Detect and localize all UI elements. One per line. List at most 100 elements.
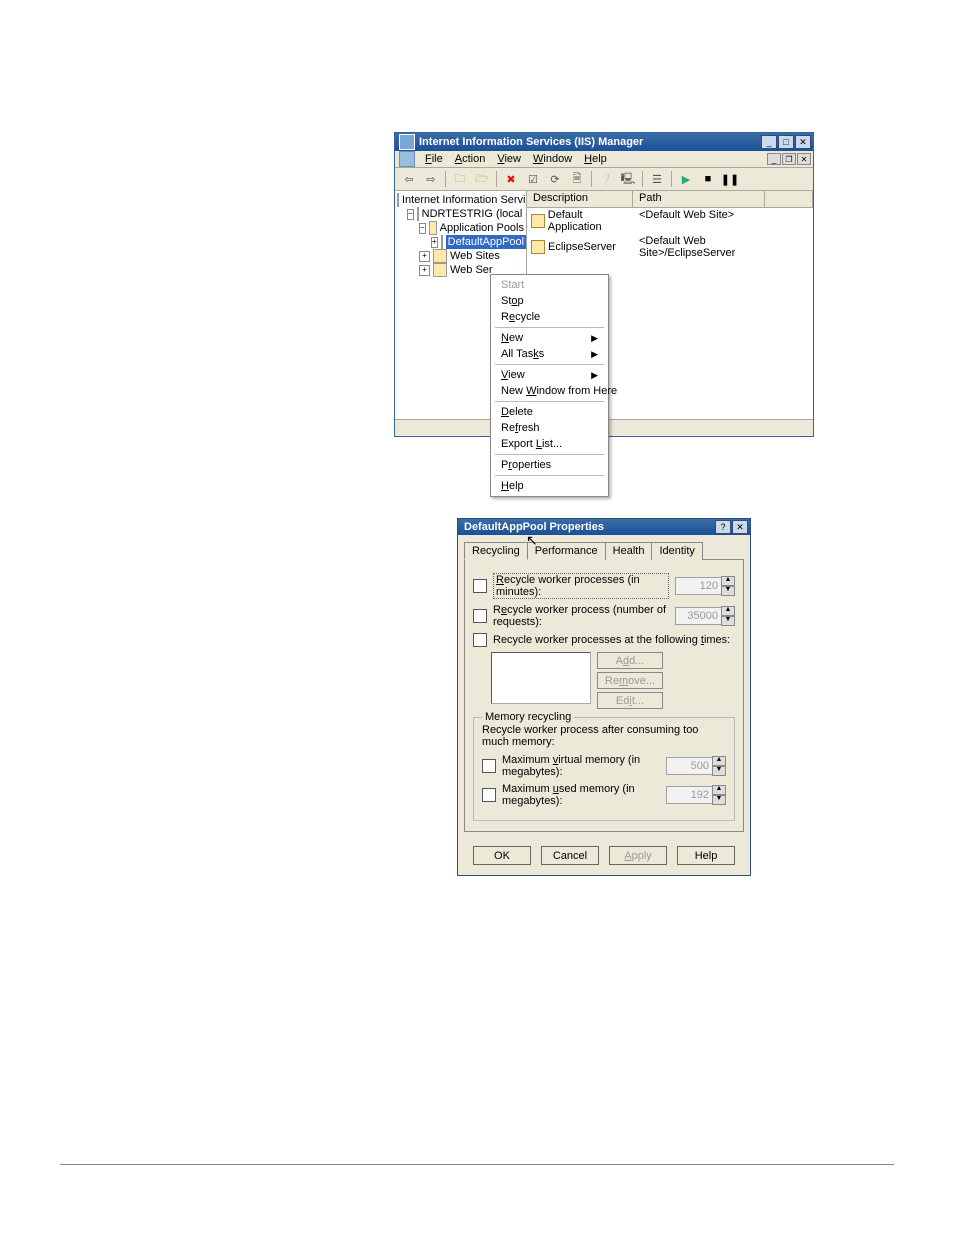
- props-titlebar[interactable]: DefaultAppPool Properties ? ✕: [458, 519, 750, 535]
- menu-file[interactable]: File: [419, 152, 449, 166]
- ctx-recycle[interactable]: Recycle: [491, 309, 608, 325]
- mdi-child-icon: [399, 151, 415, 167]
- spin-up-icon[interactable]: ▲: [712, 756, 726, 766]
- ctx-delete[interactable]: Delete: [491, 404, 608, 420]
- spin-up-icon[interactable]: ▲: [721, 576, 735, 586]
- close-button[interactable]: ✕: [732, 520, 748, 534]
- spinner-umem[interactable]: ▲▼: [666, 785, 726, 805]
- input-requests[interactable]: [675, 607, 722, 625]
- spin-down-icon[interactable]: ▼: [721, 616, 735, 626]
- row-recycle-times: Recycle worker processes at the followin…: [473, 633, 735, 647]
- ctx-export[interactable]: Export List...: [491, 436, 608, 452]
- menu-window[interactable]: Window: [527, 152, 578, 166]
- mdi-restore-button[interactable]: ❐: [782, 153, 796, 165]
- spinner-requests[interactable]: ▲▼: [675, 606, 735, 626]
- submenu-arrow-icon: ▶: [591, 333, 598, 344]
- properties-icon[interactable]: ☑: [523, 169, 543, 189]
- maximize-button[interactable]: □: [778, 135, 794, 149]
- ctx-help[interactable]: Help: [491, 478, 608, 494]
- tab-health[interactable]: Health: [605, 542, 653, 560]
- spin-down-icon[interactable]: ▼: [721, 586, 735, 596]
- minimize-button[interactable]: _: [761, 135, 777, 149]
- row-recycle-minutes: Recycle worker processes (in minutes): ▲…: [473, 573, 735, 599]
- spinner-vmem[interactable]: ▲▼: [666, 756, 726, 776]
- mdi-close-button[interactable]: ✕: [797, 153, 811, 165]
- delete-icon[interactable]: ✖: [501, 169, 521, 189]
- list-row[interactable]: EclipseServer <Default Web Site>/Eclipse…: [527, 234, 813, 260]
- checkbox-virtual-memory[interactable]: [482, 759, 496, 773]
- tree-app-pools[interactable]: −Application Pools: [397, 221, 524, 235]
- memory-recycling-group: Memory recycling Recycle worker process …: [473, 717, 735, 821]
- tab-performance[interactable]: Performance: [527, 542, 606, 560]
- props-title-text: DefaultAppPool Properties: [458, 521, 715, 533]
- tab-identity[interactable]: Identity: [651, 542, 702, 560]
- ok-button[interactable]: OK: [473, 846, 531, 865]
- col-description[interactable]: Description: [527, 191, 633, 207]
- ctx-properties[interactable]: Properties: [491, 457, 608, 473]
- spin-up-icon[interactable]: ▲: [712, 785, 726, 795]
- ctx-refresh[interactable]: Refresh: [491, 420, 608, 436]
- checkbox-recycle-requests[interactable]: [473, 609, 487, 623]
- spin-down-icon[interactable]: ▼: [712, 766, 726, 776]
- tree-root[interactable]: Internet Information Services: [397, 193, 524, 207]
- list-row[interactable]: Default Application <Default Web Site>: [527, 208, 813, 234]
- tree-server[interactable]: −NDRTESTRIG (local computer): [397, 207, 524, 221]
- refresh-icon[interactable]: ⟳: [545, 169, 565, 189]
- tree-web-sites[interactable]: +Web Sites: [397, 249, 524, 263]
- menu-help[interactable]: Help: [578, 152, 613, 166]
- ctx-new[interactable]: New▶: [491, 330, 608, 346]
- input-vmem[interactable]: [666, 757, 713, 775]
- add-button[interactable]: Add...: [597, 652, 663, 669]
- list-header[interactable]: Description Path: [527, 191, 813, 208]
- input-minutes[interactable]: [675, 577, 722, 595]
- back-icon[interactable]: ⇦: [399, 169, 419, 189]
- apply-button[interactable]: Apply: [609, 846, 667, 865]
- spinner-minutes[interactable]: ▲▼: [675, 576, 735, 596]
- spin-down-icon[interactable]: ▼: [712, 795, 726, 805]
- checkbox-used-memory[interactable]: [482, 788, 496, 802]
- remove-button[interactable]: Remove...: [597, 672, 663, 689]
- help-icon[interactable]: ❔: [596, 169, 616, 189]
- input-umem[interactable]: [666, 786, 713, 804]
- iis-manager-window: Internet Information Services (IIS) Mana…: [394, 132, 814, 437]
- forward-icon[interactable]: ⇨: [421, 169, 441, 189]
- tree-default-app-pool[interactable]: +DefaultAppPool: [397, 235, 524, 249]
- checkbox-recycle-minutes[interactable]: [473, 579, 487, 593]
- show-tree-icon[interactable]: 🗁: [472, 169, 492, 189]
- dialog-buttons: OK Cancel Apply Help: [458, 838, 750, 875]
- col-path[interactable]: Path: [633, 191, 765, 207]
- iis-app-icon: [399, 134, 415, 150]
- permissions-icon[interactable]: ☰: [647, 169, 667, 189]
- tab-recycling[interactable]: Recycling: [464, 542, 528, 560]
- page-footer-rule: [60, 1164, 894, 1165]
- edit-button[interactable]: Edit...: [597, 692, 663, 709]
- ctx-separator: [495, 454, 604, 455]
- up-folder-icon[interactable]: 🗀: [450, 169, 470, 189]
- label-virtual-memory: Maximum virtual memory (in megabytes):: [502, 754, 660, 778]
- spin-up-icon[interactable]: ▲: [721, 606, 735, 616]
- menu-view[interactable]: View: [491, 152, 527, 166]
- start-icon[interactable]: ▶: [676, 169, 696, 189]
- mdi-minimize-button[interactable]: _: [767, 153, 781, 165]
- label-recycle-requests: Recycle worker process (number of reques…: [493, 604, 669, 628]
- ctx-all-tasks[interactable]: All Tasks▶: [491, 346, 608, 362]
- ctx-separator: [495, 401, 604, 402]
- iis-titlebar[interactable]: Internet Information Services (IIS) Mana…: [395, 133, 813, 151]
- app-icon: [531, 214, 545, 228]
- ctx-new-window[interactable]: New Window from Here: [491, 383, 608, 399]
- close-button[interactable]: ✕: [795, 135, 811, 149]
- connect-icon[interactable]: 🖳: [618, 169, 638, 189]
- ctx-stop[interactable]: Stop: [491, 293, 608, 309]
- checkbox-recycle-times[interactable]: [473, 633, 487, 647]
- cancel-button[interactable]: Cancel: [541, 846, 599, 865]
- col-blank[interactable]: [765, 191, 813, 207]
- export-icon[interactable]: 🗎: [567, 169, 587, 189]
- ctx-view[interactable]: View▶: [491, 367, 608, 383]
- times-listbox[interactable]: [491, 652, 591, 704]
- help-button[interactable]: ?: [715, 520, 731, 534]
- toolbar-separator: [591, 171, 592, 187]
- pause-icon[interactable]: ❚❚: [720, 169, 740, 189]
- menu-action[interactable]: Action: [449, 152, 492, 166]
- stop-icon[interactable]: ■: [698, 169, 718, 189]
- help-button[interactable]: Help: [677, 846, 735, 865]
